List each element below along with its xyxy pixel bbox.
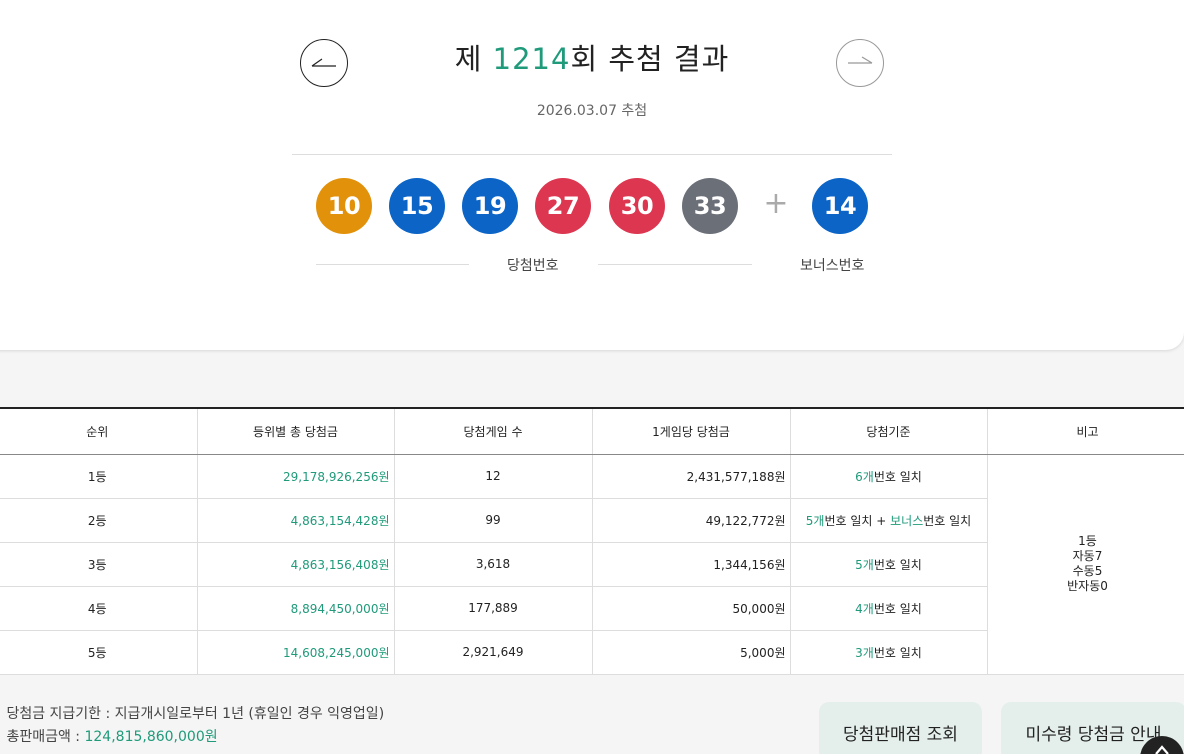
criteria-count: 5개 — [855, 557, 874, 572]
total-sales-label: 총판매금액 : — [6, 729, 85, 745]
note-line: 자동7 — [1072, 549, 1103, 563]
criteria-count: 6개 — [855, 469, 874, 484]
prize-table-wrapper: 순위 등위별 총 당첨금 당첨게임 수 1게임당 당첨금 당첨기준 비고 1등 … — [0, 407, 1184, 675]
winners-cell: 177,889 — [394, 586, 593, 631]
winners-cell: 2,921,649 — [394, 630, 593, 675]
note-line: 반자동0 — [1067, 579, 1108, 593]
draw-date: 2026.03.07 추첨 — [536, 103, 648, 119]
rank-cell: 3등 — [0, 542, 198, 587]
criteria-text: 번호 일치 — [873, 557, 922, 572]
criteria-text: 번호 일치 — [873, 469, 922, 484]
total-prize-cell: 4,863,154,428원 — [197, 498, 395, 543]
next-round-button[interactable] — [836, 39, 884, 87]
arrow-right-icon — [848, 56, 873, 64]
table-header-row: 순위 등위별 총 당첨금 당첨게임 수 1게임당 당첨금 당첨기준 비고 — [0, 407, 1184, 455]
rank-cell: 2등 — [0, 498, 198, 543]
header-total-prize: 등위별 총 당첨금 — [197, 407, 395, 455]
criteria-cell: 3개번호 일치 — [790, 630, 988, 675]
title-prefix: 제 — [454, 42, 493, 76]
total-prize-cell: 29,178,926,256원 — [197, 454, 395, 499]
arrow-up-icon — [1155, 745, 1169, 754]
header-criteria: 당첨기준 — [790, 407, 988, 455]
per-game-prize-cell: 49,122,772원 — [592, 498, 791, 543]
winning-number-ball: 19 — [462, 178, 518, 234]
winners-cell: 12 — [394, 454, 593, 499]
total-prize-cell: 4,863,156,408원 — [197, 542, 395, 587]
header-per-game-prize: 1게임당 당첨금 — [592, 407, 791, 455]
info-item-total-sales: ·총판매금액 : 124,815,860,000원 — [0, 726, 384, 749]
total-prize-cell: 8,894,450,000원 — [197, 586, 395, 631]
winners-cell: 99 — [394, 498, 593, 543]
round-number: 1214 — [492, 42, 571, 76]
rank-cell: 5등 — [0, 630, 198, 675]
criteria-text: 번호 일치 + — [824, 513, 891, 528]
criteria-cell: 6개번호 일치 — [790, 454, 988, 499]
per-game-prize-cell: 50,000원 — [592, 586, 791, 631]
deadline-text: 당첨금 지급기한 : 지급개시일로부터 1년 (휴일인 경우 익영업일) — [6, 706, 385, 722]
winning-number-ball: 33 — [682, 178, 738, 234]
note-line: 수동5 — [1072, 564, 1103, 578]
info-item-deadline: ·당첨금 지급기한 : 지급개시일로부터 1년 (휴일인 경우 익영업일) — [0, 703, 384, 726]
bonus-number-ball: 14 — [812, 178, 868, 234]
per-game-prize-cell: 5,000원 — [592, 630, 791, 675]
per-game-prize-cell: 1,344,156원 — [592, 542, 791, 587]
total-sales-value: 124,815,860,000원 — [84, 729, 218, 745]
total-prize-cell: 14,608,245,000원 — [197, 630, 395, 675]
note-cell: 1등 자동7 수동5 반자동0 — [987, 454, 1184, 675]
header-rank: 순위 — [0, 407, 198, 455]
label-divider-left — [316, 264, 469, 265]
winning-number-ball: 30 — [609, 178, 665, 234]
prize-table: 순위 등위별 총 당첨금 당첨게임 수 1게임당 당첨금 당첨기준 비고 1등 … — [0, 407, 1184, 675]
winning-number-ball: 15 — [389, 178, 445, 234]
header-winners: 당첨게임 수 — [394, 407, 593, 455]
criteria-count: 3개 — [855, 645, 874, 660]
plus-sign: + — [763, 186, 789, 221]
rank-cell: 1등 — [0, 454, 198, 499]
label-divider-right — [598, 264, 752, 265]
winning-store-lookup-button[interactable]: 당첨판매점 조회 — [819, 702, 982, 754]
per-game-prize-cell: 2,431,577,188원 — [592, 454, 791, 499]
winners-cell: 3,618 — [394, 542, 593, 587]
table-row: 1등 29,178,926,256원 12 2,431,577,188원 6개번… — [0, 454, 1184, 675]
rank-cell: 4등 — [0, 586, 198, 631]
note-line: 1등 — [1078, 534, 1097, 548]
criteria-tail: 번호 일치 — [923, 513, 972, 528]
page-title: 제 1214회 추첨 결과 — [0, 36, 1184, 78]
criteria-text: 번호 일치 — [873, 645, 922, 660]
header-note: 비고 — [987, 407, 1184, 455]
criteria-count: 5개 — [805, 513, 825, 528]
criteria-cell: 5개번호 일치 — [790, 542, 988, 587]
criteria-text: 번호 일치 — [873, 601, 922, 616]
bonus-number-label: 보너스번호 — [800, 258, 865, 274]
criteria-cell: 5개번호 일치 + 보너스번호 일치 — [790, 498, 988, 543]
winning-number-ball: 27 — [535, 178, 591, 234]
info-list: ·당첨금 지급기한 : 지급개시일로부터 1년 (휴일인 경우 익영업일) ·총… — [0, 703, 384, 749]
title-suffix: 회 추첨 결과 — [570, 42, 730, 76]
criteria-bonus: 보너스 — [890, 513, 924, 528]
winning-number-ball: 10 — [316, 178, 372, 234]
winning-numbers-label: 당첨번호 — [507, 258, 559, 274]
criteria-cell: 4개번호 일치 — [790, 586, 988, 631]
criteria-count: 4개 — [855, 601, 874, 616]
divider — [292, 154, 892, 155]
